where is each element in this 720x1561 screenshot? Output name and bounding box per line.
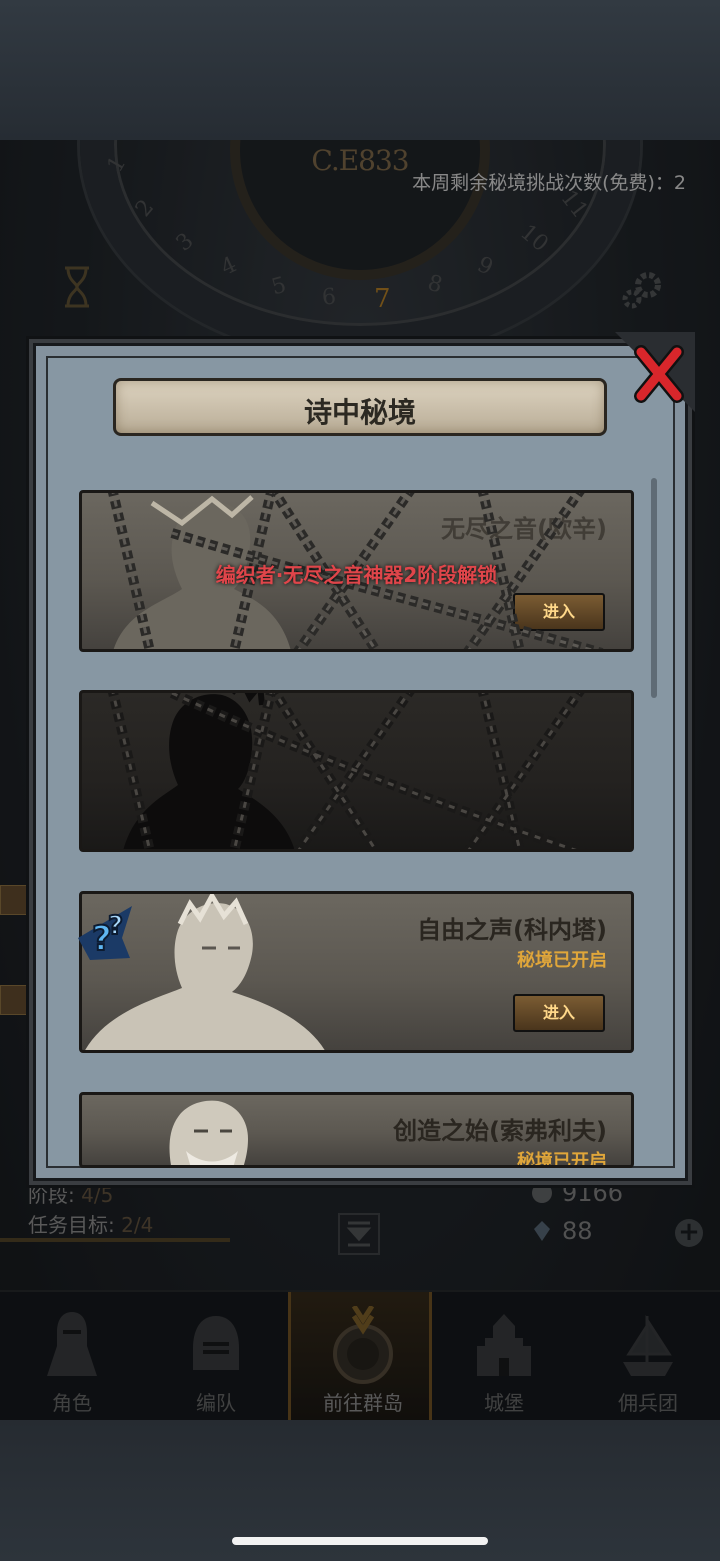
realm-status: 秘境已开启: [517, 950, 607, 971]
list-scrollbar[interactable]: [651, 478, 657, 698]
svg-text:?: ?: [108, 911, 123, 941]
enter-button[interactable]: 进入: [513, 994, 605, 1032]
unlock-requirement: 编织者·无尽之音神器2阶段解锁: [215, 563, 498, 587]
modal-title: 诗中秘境: [303, 396, 416, 429]
realm-name: 自由之声(科内塔): [417, 916, 607, 944]
realm-card-endless-sound[interactable]: 无尽之音(欧辛) 进入 编织者·无尽之音神器2阶段解锁: [79, 490, 634, 652]
question-mark-icon[interactable]: ? ?: [70, 898, 140, 966]
realm-card-voice-of-freedom[interactable]: 自由之声(科内塔) 秘境已开启 进入: [79, 891, 634, 1053]
realm-card-origin-of-creation[interactable]: 创造之始(索弗利夫) 秘境已开启: [79, 1092, 634, 1168]
realm-card-hidden[interactable]: [79, 690, 634, 852]
realm-status: 秘境已开启: [517, 1151, 607, 1168]
status-bar-area: [0, 0, 720, 140]
portrait-bearded-icon: [169, 1100, 248, 1165]
close-button[interactable]: [615, 332, 695, 412]
realm-name: 创造之始(索弗利夫): [393, 1117, 607, 1145]
chains-lock-icon: [108, 693, 588, 849]
modal-title-plaque: 诗中秘境: [113, 378, 607, 436]
home-indicator[interactable]: [232, 1537, 488, 1545]
